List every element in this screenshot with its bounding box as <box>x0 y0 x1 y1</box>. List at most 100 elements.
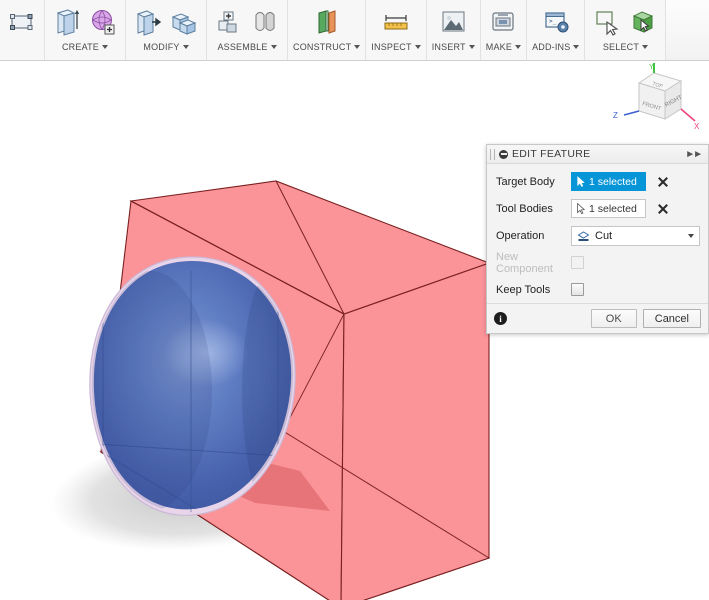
toolbar-group-label[interactable]: INSPECT <box>371 42 420 56</box>
toolbar-group-label[interactable]: MODIFY <box>143 42 188 56</box>
toolbar-group-sketch <box>0 0 45 60</box>
toolbar-icons <box>50 0 120 42</box>
target-body-label: Target Body <box>496 176 571 188</box>
chevron-down-icon[interactable] <box>415 45 421 49</box>
dialog-body: Target Body 1 selected Tool Bodies 1 sel… <box>487 164 708 303</box>
new-component-checkbox <box>571 256 584 269</box>
toolbar-group-modify[interactable]: MODIFY <box>126 0 207 60</box>
chevron-down-icon[interactable] <box>469 45 475 49</box>
toolbar-group-label[interactable]: MAKE <box>486 42 521 56</box>
toolbar-group-label-text: MAKE <box>486 42 512 52</box>
extrude-icon[interactable] <box>50 4 84 40</box>
toolbar-icons <box>486 0 520 42</box>
toolbar-icons <box>310 0 344 42</box>
joint-icon[interactable] <box>248 4 282 40</box>
toolbar-group-inspect[interactable]: INSPECT <box>366 0 426 60</box>
dialog-title: EDIT FEATURE <box>512 148 681 160</box>
window-select-icon[interactable] <box>590 4 624 40</box>
toolbar-group-construct[interactable]: CONSTRUCT <box>288 0 366 60</box>
3d-print-icon[interactable] <box>486 4 520 40</box>
cancel-button[interactable]: Cancel <box>643 309 701 328</box>
target-body-value: 1 selected <box>589 176 637 188</box>
chevron-down-icon[interactable] <box>102 45 108 49</box>
fusion360-window: CREATE <box>0 0 709 600</box>
toolbar-icons <box>590 0 660 42</box>
toolbar-group-label-text: CREATE <box>62 42 99 52</box>
toolbar-icons: >_ <box>539 0 573 42</box>
dialog-title-bar[interactable]: EDIT FEATURE ►► <box>487 145 708 164</box>
operation-dropdown[interactable]: Cut <box>571 226 700 246</box>
tool-bodies-value: 1 selected <box>589 203 637 215</box>
info-icon[interactable]: i <box>494 312 507 325</box>
toolbar-group-label-text: MODIFY <box>143 42 179 52</box>
row-tool-bodies: Tool Bodies 1 selected <box>487 195 708 222</box>
toolbar-group-label[interactable]: ADD-INS <box>532 42 579 56</box>
toolbar-group-label[interactable]: CONSTRUCT <box>293 42 360 56</box>
toolbar-group-create[interactable]: CREATE <box>45 0 126 60</box>
axis-z-line <box>624 111 639 115</box>
keep-tools-checkbox[interactable] <box>571 283 584 296</box>
toolbar-group-label-text: SELECT <box>603 42 639 52</box>
drag-grip-icon[interactable] <box>490 149 495 160</box>
sketch-rectangle-icon[interactable] <box>5 4 39 40</box>
double-chevron-right-icon[interactable]: ►► <box>685 149 703 160</box>
ok-button[interactable]: OK <box>591 309 637 328</box>
tool-bodies-clear-button[interactable] <box>656 202 670 216</box>
view-cube[interactable]: TOP FRONT RIGHT Y Z X <box>609 63 705 143</box>
combine-icon[interactable] <box>167 4 201 40</box>
chevron-down-icon[interactable] <box>354 45 360 49</box>
press-pull-icon[interactable] <box>131 4 165 40</box>
edit-feature-dialog[interactable]: EDIT FEATURE ►► Target Body 1 selected T… <box>486 144 709 334</box>
toolbar-group-assemble[interactable]: ASSEMBLE <box>207 0 288 60</box>
chevron-down-icon[interactable] <box>515 45 521 49</box>
form-sculpt-icon[interactable] <box>86 4 120 40</box>
chevron-down-icon[interactable] <box>183 45 189 49</box>
operation-value: Cut <box>595 230 612 242</box>
axis-y-label: Y <box>649 64 654 71</box>
measure-icon[interactable] <box>379 4 413 40</box>
keep-tools-label: Keep Tools <box>496 284 571 296</box>
toolbar-group-label-text: ASSEMBLE <box>217 42 267 52</box>
main-toolbar: CREATE <box>0 0 709 61</box>
chevron-down-icon[interactable] <box>688 234 694 238</box>
tool-bodies-label: Tool Bodies <box>496 203 571 215</box>
axis-z-label: Z <box>613 111 618 120</box>
toolbar-group-label[interactable]: ASSEMBLE <box>217 42 276 56</box>
toolbar-icons <box>212 0 282 42</box>
toolbar-icons <box>5 0 39 42</box>
toolbar-group-label[interactable]: CREATE <box>62 42 108 56</box>
toolbar-group-label-text: CONSTRUCT <box>293 42 351 52</box>
chevron-down-icon[interactable] <box>573 45 579 49</box>
feature-marker-icon <box>499 150 508 159</box>
insert-image-icon[interactable] <box>436 4 470 40</box>
target-body-clear-button[interactable] <box>656 175 670 189</box>
toolbar-group-label-text: INSPECT <box>371 42 411 52</box>
toolbar-group-label-text: INSERT <box>432 42 466 52</box>
boolean-cut-icon <box>577 230 590 242</box>
tool-bodies-selection-field[interactable]: 1 selected <box>571 199 646 218</box>
offset-plane-icon[interactable] <box>310 4 344 40</box>
cursor-arrow-icon <box>577 203 585 214</box>
toolbar-group-label[interactable]: INSERT <box>432 42 475 56</box>
toolbar-group-select[interactable]: SELECT <box>585 0 666 60</box>
toolbar-group-label-text: ADD-INS <box>532 42 570 52</box>
toolbar-icons <box>436 0 470 42</box>
toolbar-group-addins[interactable]: >_ ADD-INS <box>527 0 585 60</box>
toolbar-group-insert[interactable]: INSERT <box>427 0 481 60</box>
axis-x-line <box>681 109 695 121</box>
cursor-arrow-icon <box>577 176 585 187</box>
row-new-component: New Component <box>487 249 708 276</box>
scripts-addins-icon[interactable]: >_ <box>539 4 573 40</box>
toolbar-group-label[interactable]: SELECT <box>603 42 648 56</box>
dialog-footer: i OK Cancel <box>487 303 708 333</box>
chevron-down-icon[interactable] <box>642 45 648 49</box>
row-operation: Operation Cut <box>487 222 708 249</box>
row-target-body: Target Body 1 selected <box>487 168 708 195</box>
new-component-icon[interactable] <box>212 4 246 40</box>
operation-label: Operation <box>496 230 571 242</box>
chevron-down-icon[interactable] <box>271 45 277 49</box>
select-body-icon[interactable] <box>626 4 660 40</box>
toolbar-group-make[interactable]: MAKE <box>481 0 527 60</box>
target-body-selection-field[interactable]: 1 selected <box>571 172 646 191</box>
new-component-label: New Component <box>496 251 571 275</box>
